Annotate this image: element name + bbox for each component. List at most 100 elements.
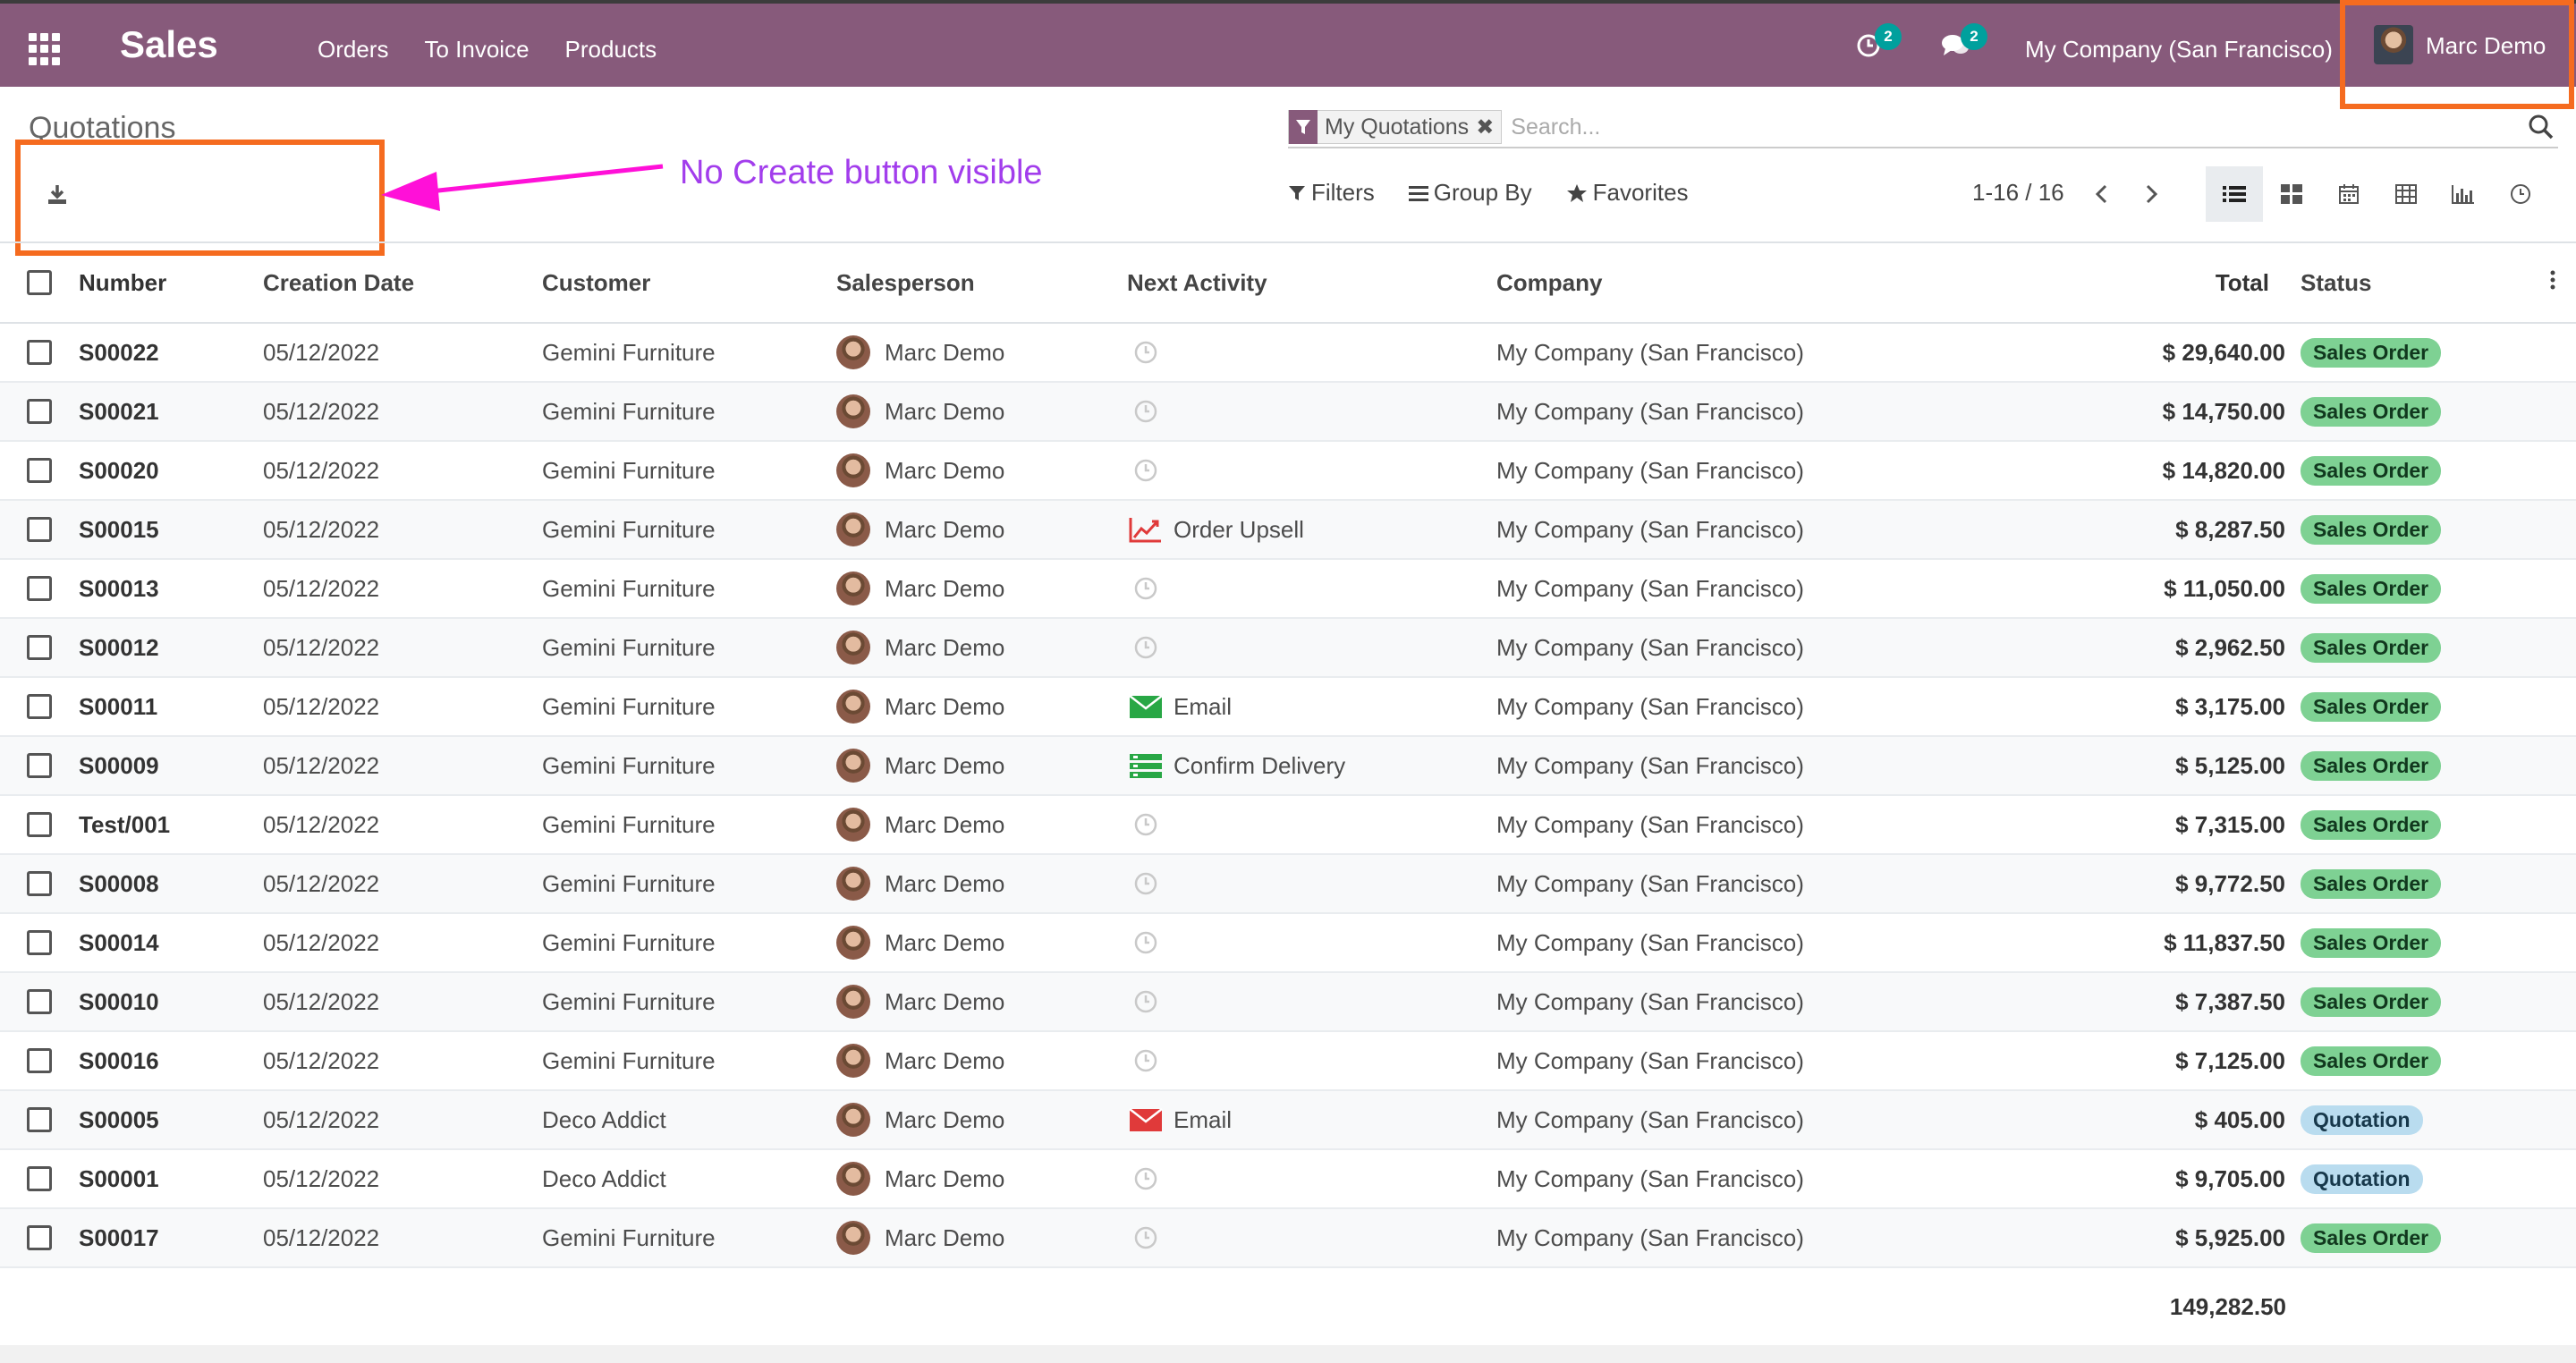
table-row[interactable]: S00013 05/12/2022 Gemini Furniture Marc Dem… — [0, 560, 2576, 619]
column-options-icon[interactable] — [2549, 269, 2556, 297]
next-activity[interactable] — [1127, 1224, 1159, 1251]
group-by-button[interactable]: Group By — [1408, 179, 1532, 207]
user-menu[interactable]: Marc Demo — [2340, 0, 2574, 109]
next-activity[interactable]: Email — [1127, 693, 1232, 721]
clock-icon[interactable] — [1132, 870, 1159, 897]
clock-icon[interactable] — [1132, 575, 1159, 602]
filters-button[interactable]: Filters — [1288, 179, 1375, 207]
clock-icon[interactable] — [1132, 457, 1159, 484]
search-icon[interactable] — [2528, 114, 2555, 140]
table-row[interactable]: S00012 05/12/2022 Gemini Furniture Marc Dem… — [0, 619, 2576, 678]
table-row[interactable]: S00010 05/12/2022 Gemini Furniture Marc Dem… — [0, 973, 2576, 1032]
table-row[interactable]: S00011 05/12/2022 Gemini Furniture Marc Dem… — [0, 678, 2576, 737]
table-row[interactable]: S00021 05/12/2022 Gemini Furniture Marc Dem… — [0, 383, 2576, 442]
next-activity[interactable] — [1127, 575, 1159, 602]
header-customer[interactable]: Customer — [542, 269, 650, 297]
list-view-button[interactable] — [2206, 166, 2263, 222]
header-number[interactable]: Number — [79, 269, 166, 297]
apps-menu-icon[interactable] — [29, 33, 61, 65]
app-title[interactable]: Sales — [120, 23, 218, 66]
row-checkbox[interactable] — [27, 1048, 52, 1073]
row-checkbox[interactable] — [27, 399, 52, 424]
row-checkbox[interactable] — [27, 576, 52, 601]
clock-icon[interactable] — [1132, 988, 1159, 1015]
pivot-view-button[interactable] — [2377, 166, 2435, 222]
menu-item-orders[interactable]: Orders — [318, 36, 388, 63]
clock-icon[interactable] — [1132, 1224, 1159, 1251]
company-switcher[interactable]: My Company (San Francisco) — [2025, 36, 2333, 63]
row-checkbox[interactable] — [27, 1107, 52, 1132]
row-checkbox[interactable] — [27, 930, 52, 955]
activity-menu[interactable]: 2 — [1855, 4, 1902, 87]
row-checkbox[interactable] — [27, 694, 52, 719]
clock-icon[interactable] — [1132, 1165, 1159, 1192]
activity-view-button[interactable] — [2492, 166, 2549, 222]
table-row[interactable]: S00014 05/12/2022 Gemini Furniture Marc Dem… — [0, 914, 2576, 973]
menu-item-products[interactable]: Products — [565, 36, 657, 63]
next-activity[interactable] — [1127, 929, 1159, 956]
header-company[interactable]: Company — [1496, 269, 1602, 297]
header-total[interactable]: Total — [2216, 269, 2269, 297]
clock-icon[interactable] — [1132, 811, 1159, 838]
menu-item-to-invoice[interactable]: To Invoice — [424, 36, 529, 63]
row-checkbox[interactable] — [27, 340, 52, 365]
download-icon[interactable] — [45, 182, 70, 207]
favorites-button[interactable]: Favorites — [1566, 179, 1689, 207]
line-chart-icon[interactable] — [1129, 516, 1163, 543]
header-creation-date[interactable]: Creation Date — [263, 269, 414, 297]
next-activity[interactable] — [1127, 339, 1159, 366]
row-checkbox[interactable] — [27, 1225, 52, 1250]
remove-facet-icon[interactable]: ✖ — [1476, 114, 1501, 140]
next-activity[interactable]: Confirm Delivery — [1127, 752, 1345, 780]
next-activity[interactable] — [1127, 398, 1159, 425]
next-activity[interactable] — [1127, 1047, 1159, 1074]
row-checkbox[interactable] — [27, 458, 52, 483]
chevron-left-icon[interactable] — [2089, 181, 2115, 207]
messaging-menu[interactable]: 2 — [1941, 4, 1987, 87]
row-checkbox[interactable] — [27, 517, 52, 542]
kanban-view-button[interactable] — [2263, 166, 2320, 222]
table-row[interactable]: S00016 05/12/2022 Gemini Furniture Marc Dem… — [0, 1032, 2576, 1091]
envelope-icon[interactable] — [1129, 1106, 1163, 1133]
row-checkbox[interactable] — [27, 1166, 52, 1191]
envelope-icon[interactable] — [1129, 693, 1163, 720]
row-checkbox[interactable] — [27, 989, 52, 1014]
search-input[interactable] — [1511, 114, 2496, 140]
table-row[interactable]: S00017 05/12/2022 Gemini Furniture Marc Dem… — [0, 1209, 2576, 1268]
table-row[interactable]: S00005 05/12/2022 Deco Addict Marc Demo Emai… — [0, 1091, 2576, 1150]
next-activity[interactable] — [1127, 988, 1159, 1015]
row-checkbox[interactable] — [27, 812, 52, 837]
table-row[interactable]: S00020 05/12/2022 Gemini Furniture Marc Dem… — [0, 442, 2576, 501]
table-row[interactable]: Test/001 05/12/2022 Gemini Furniture Marc D… — [0, 796, 2576, 855]
clock-icon[interactable] — [1132, 929, 1159, 956]
next-activity[interactable] — [1127, 634, 1159, 661]
table-row[interactable]: S00001 05/12/2022 Deco Addict Marc Demo My C… — [0, 1150, 2576, 1209]
tasks-icon[interactable] — [1129, 752, 1163, 779]
row-checkbox[interactable] — [27, 635, 52, 660]
next-activity[interactable] — [1127, 870, 1159, 897]
clock-icon[interactable] — [1132, 1047, 1159, 1074]
graph-view-button[interactable] — [2435, 166, 2492, 222]
row-checkbox[interactable] — [27, 871, 52, 896]
header-next-activity[interactable]: Next Activity — [1127, 269, 1267, 297]
next-activity[interactable] — [1127, 457, 1159, 484]
clock-icon[interactable] — [1132, 634, 1159, 661]
pager-value[interactable]: 1-16 / 16 — [1972, 179, 2064, 207]
table-row[interactable]: S00015 05/12/2022 Gemini Furniture Marc Dem… — [0, 501, 2576, 560]
clock-icon[interactable] — [1132, 339, 1159, 366]
chevron-right-icon[interactable] — [2138, 181, 2165, 207]
status-badge: Sales Order — [2301, 750, 2442, 781]
clock-icon[interactable] — [1132, 398, 1159, 425]
next-activity[interactable] — [1127, 1165, 1159, 1192]
row-checkbox[interactable] — [27, 753, 52, 778]
next-activity[interactable] — [1127, 811, 1159, 838]
table-row[interactable]: S00009 05/12/2022 Gemini Furniture Marc Dem… — [0, 737, 2576, 796]
calendar-view-button[interactable] — [2320, 166, 2377, 222]
select-all-checkbox[interactable] — [27, 270, 52, 295]
table-row[interactable]: S00008 05/12/2022 Gemini Furniture Marc Dem… — [0, 855, 2576, 914]
table-row[interactable]: S00022 05/12/2022 Gemini Furniture Marc Dem… — [0, 324, 2576, 383]
header-salesperson[interactable]: Salesperson — [836, 269, 975, 297]
header-status[interactable]: Status — [2301, 269, 2371, 297]
next-activity[interactable]: Email — [1127, 1106, 1232, 1134]
next-activity[interactable]: Order Upsell — [1127, 516, 1304, 544]
